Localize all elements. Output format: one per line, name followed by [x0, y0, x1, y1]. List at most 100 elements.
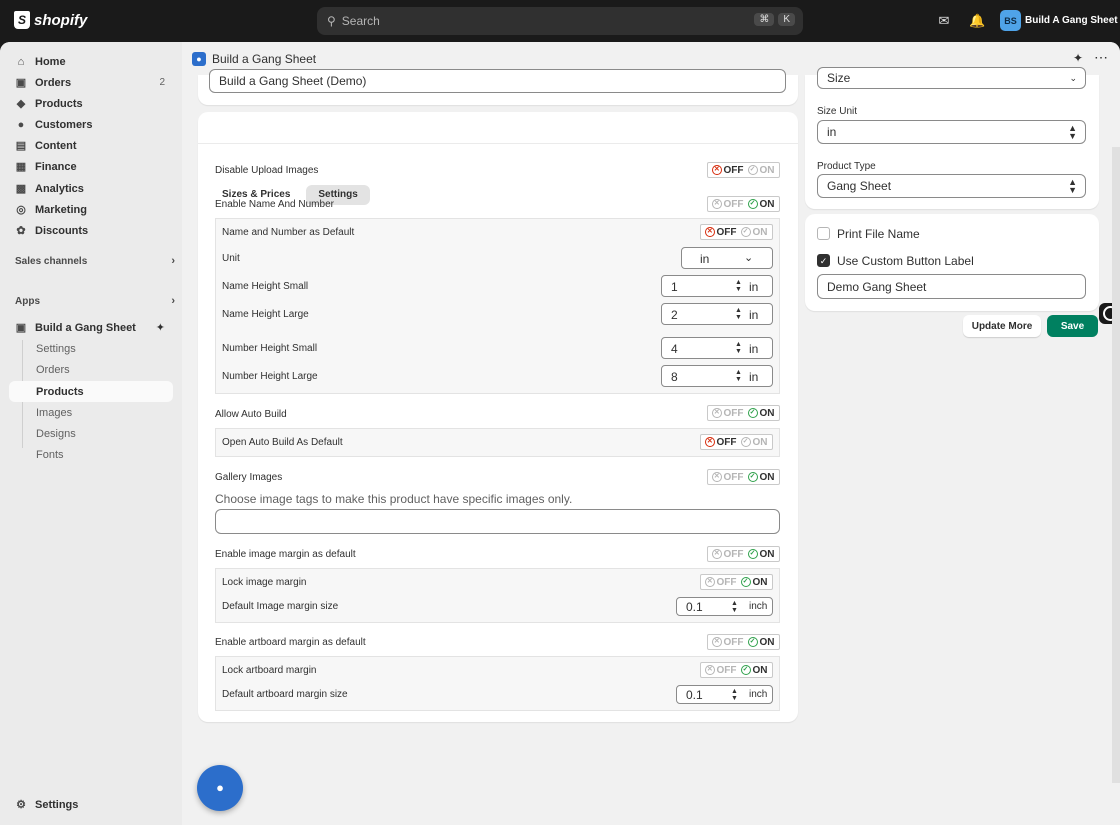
- sidebar-item-app[interactable]: ▣ Build a Gang Sheet ✦: [9, 317, 173, 338]
- toggle-on[interactable]: ✓ ON: [744, 408, 780, 419]
- input-value: 4: [671, 342, 678, 356]
- more-icon[interactable]: ⋯: [1094, 49, 1109, 66]
- update-more-button[interactable]: Update More: [963, 315, 1041, 337]
- use-custom-label-checkbox[interactable]: ✓: [817, 254, 830, 267]
- enable-name-number-toggle[interactable]: ✕ OFF ✓ ON: [707, 196, 780, 212]
- inbox-icon[interactable]: ✉: [936, 13, 952, 29]
- toggle-off[interactable]: ✕ OFF: [701, 577, 737, 588]
- toggle-off[interactable]: ✕ OFF: [701, 437, 737, 448]
- image-tags-input[interactable]: [215, 509, 780, 534]
- name-number-default-toggle[interactable]: ✕ OFF ✓ ON: [700, 224, 773, 240]
- toggle-on[interactable]: ✓ ON: [744, 472, 780, 483]
- cmd-key: ⌘: [754, 13, 775, 26]
- bell-icon[interactable]: 🔔: [969, 13, 985, 29]
- input-value: 0.1: [686, 600, 703, 614]
- disable-upload-toggle[interactable]: ✕ OFF ✓ ON: [707, 162, 780, 178]
- open-auto-build-label: Open Auto Build As Default: [222, 437, 343, 448]
- sidebar-item-content[interactable]: ▤ Content: [9, 135, 173, 156]
- product-type-label: Product Type: [817, 161, 876, 172]
- toggle-off[interactable]: ✕ OFF: [701, 227, 737, 238]
- toggle-on[interactable]: ✓ ON: [744, 637, 780, 648]
- allow-auto-build-toggle[interactable]: ✕ OFF ✓ ON: [707, 405, 780, 421]
- sales-channels-section[interactable]: Sales channels ›: [15, 255, 175, 267]
- chat-fab-button[interactable]: ●: [197, 765, 243, 811]
- toggle-on[interactable]: ✓ ON: [737, 227, 773, 238]
- name-height-large-input[interactable]: 2 ▲ ▼ in: [661, 303, 773, 325]
- sidebar-item-orders[interactable]: ▣ Orders 2: [9, 72, 173, 93]
- name-height-small-label: Name Height Small: [222, 281, 309, 292]
- stepper-icon[interactable]: ▲ ▼: [735, 307, 742, 321]
- size-select[interactable]: Size ⌄: [817, 67, 1086, 89]
- toggle-off[interactable]: ✕ OFF: [708, 472, 744, 483]
- print-file-name-checkbox[interactable]: [817, 227, 830, 240]
- stepper-icon[interactable]: ▲ ▼: [735, 369, 742, 383]
- image-margin-input[interactable]: 0.1 ▲ ▼ inch: [676, 597, 773, 616]
- print-file-name-label: Print File Name: [837, 227, 920, 241]
- stepper-icon[interactable]: ▲ ▼: [731, 600, 738, 614]
- artboard-margin-input[interactable]: 0.1 ▲ ▼ inch: [676, 685, 773, 704]
- name-height-small-input[interactable]: 1 ▲ ▼ in: [661, 275, 773, 297]
- sidebar-subitem-fonts[interactable]: Fonts: [9, 444, 173, 465]
- enable-image-margin-label: Enable image margin as default: [215, 549, 356, 560]
- shopify-logo[interactable]: shopify: [14, 11, 87, 29]
- toggle-off[interactable]: ✕ OFF: [708, 199, 744, 210]
- sidebar-item-customers[interactable]: ● Customers: [9, 114, 173, 135]
- button-label-input[interactable]: Demo Gang Sheet: [817, 274, 1086, 299]
- stepper-icon[interactable]: ▲ ▼: [731, 688, 738, 702]
- gallery-images-label: Gallery Images: [215, 472, 283, 483]
- sidebar-subitem-images[interactable]: Images: [9, 402, 173, 423]
- save-button[interactable]: Save: [1047, 315, 1098, 337]
- lock-image-margin-toggle[interactable]: ✕ OFF ✓ ON: [700, 574, 773, 590]
- scrollbar[interactable]: [1112, 147, 1120, 783]
- sidebar-item-home[interactable]: ⌂ Home: [9, 51, 173, 72]
- stepper-icon[interactable]: ▲ ▼: [735, 341, 742, 355]
- sidebar-item-products[interactable]: ◆ Products: [9, 93, 173, 114]
- product-type-select[interactable]: Gang Sheet ▲ ▼: [817, 174, 1086, 198]
- sidebar-item-discounts[interactable]: ✿ Discounts: [9, 220, 173, 241]
- stepper-icon[interactable]: ▲ ▼: [735, 279, 742, 293]
- product-title-input[interactable]: Build a Gang Sheet (Demo): [209, 69, 786, 93]
- lock-artboard-margin-toggle[interactable]: ✕ OFF ✓ ON: [700, 662, 773, 678]
- sidebar-subitem-products[interactable]: Products: [9, 381, 173, 402]
- search-bar[interactable]: ⚲ Search ⌘ K: [317, 7, 803, 35]
- sidebar-subitem-designs[interactable]: Designs: [9, 423, 173, 444]
- unit-select[interactable]: in ⌄: [681, 247, 773, 269]
- sidebar-item-label: Images: [36, 406, 73, 419]
- size-unit-select[interactable]: in ▲ ▼: [817, 120, 1086, 144]
- apps-section[interactable]: Apps ›: [15, 295, 175, 307]
- sidebar-item-finance[interactable]: ▦ Finance: [9, 156, 173, 177]
- chevron-down-icon: ⌄: [744, 252, 754, 264]
- toggle-off[interactable]: ✕ OFF: [708, 549, 744, 560]
- button-label-card: Print File Name ✓ Use Custom Button Labe…: [805, 214, 1099, 311]
- toggle-off[interactable]: ✕ OFF: [701, 665, 737, 676]
- check-icon: ✓: [740, 437, 751, 447]
- toggle-on[interactable]: ✓ ON: [737, 437, 773, 448]
- toggle-on[interactable]: ✓ ON: [737, 577, 773, 588]
- toggle-on[interactable]: ✓ ON: [744, 165, 780, 176]
- toggle-on[interactable]: ✓ ON: [744, 199, 780, 210]
- sidebar-subitem-settings[interactable]: Settings: [9, 338, 173, 359]
- x-icon: ✕: [712, 637, 722, 647]
- k-key: K: [778, 13, 795, 26]
- toggle-on[interactable]: ✓ ON: [744, 549, 780, 560]
- sidebar-item-analytics[interactable]: ▩ Analytics: [9, 178, 173, 199]
- input-value: 0.1: [686, 688, 703, 702]
- sidebar: ⌂ Home ▣ Orders 2 ◆ Products ● Customers ▤ Con…: [0, 42, 182, 825]
- enable-image-margin-toggle[interactable]: ✕ OFF ✓ ON: [707, 546, 780, 562]
- gallery-images-toggle[interactable]: ✕ OFF ✓ ON: [707, 469, 780, 485]
- store-menu[interactable]: BS Build A Gang Sheet: [1000, 10, 1118, 31]
- lock-image-margin-label: Lock image margin: [222, 577, 307, 588]
- pin-icon[interactable]: ✦: [156, 321, 165, 334]
- open-auto-build-toggle[interactable]: ✕ OFF ✓ ON: [700, 434, 773, 450]
- toggle-on[interactable]: ✓ ON: [737, 665, 773, 676]
- sidebar-item-settings[interactable]: ⚙ Settings: [9, 794, 173, 815]
- number-height-small-input[interactable]: 4 ▲ ▼ in: [661, 337, 773, 359]
- enable-artboard-margin-toggle[interactable]: ✕ OFF ✓ ON: [707, 634, 780, 650]
- number-height-large-input[interactable]: 8 ▲ ▼ in: [661, 365, 773, 387]
- toggle-off[interactable]: ✕ OFF: [708, 637, 744, 648]
- pin-icon[interactable]: ✦: [1073, 51, 1083, 65]
- sidebar-item-marketing[interactable]: ◎ Marketing: [9, 199, 173, 220]
- toggle-off[interactable]: ✕ OFF: [708, 408, 744, 419]
- toggle-off[interactable]: ✕ OFF: [708, 165, 744, 176]
- sidebar-subitem-orders[interactable]: Orders: [9, 359, 173, 380]
